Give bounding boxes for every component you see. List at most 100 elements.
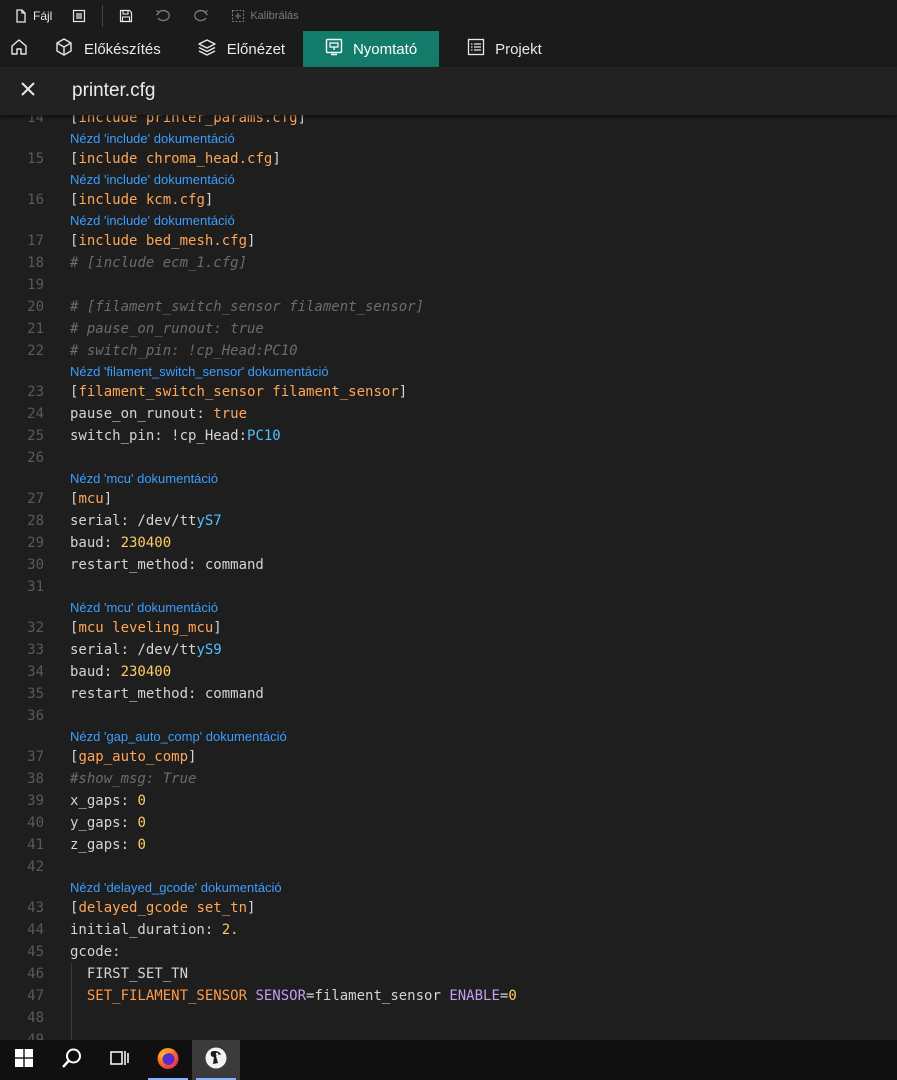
line-text: restart_method: command — [70, 683, 264, 705]
doc-link[interactable]: Nézd 'gap_auto_comp' dokumentáció — [0, 727, 897, 746]
code-token: z_gaps: — [70, 837, 138, 853]
tab-printer[interactable]: Nyomtató — [303, 31, 440, 67]
doc-link[interactable]: Nézd 'delayed_gcode' dokumentáció — [0, 878, 897, 897]
code-token: switch_pin: !cp_Head: — [70, 428, 248, 444]
line-number: 36 — [27, 708, 44, 724]
code-line[interactable]: 49 — [0, 1029, 897, 1040]
code-token: # [filament_switch_sensor filament_senso… — [70, 299, 425, 315]
code-editor[interactable]: 14 [include printer_params.cfg] Nézd 'incl… — [0, 108, 897, 1040]
tab-project[interactable]: Projekt — [439, 31, 560, 67]
code-line[interactable]: 47 SET_FILAMENT_SENSOR SENSOR=filament_s… — [0, 985, 897, 1007]
code-token: 0 — [137, 793, 146, 809]
line-text: restart_method: command — [70, 554, 264, 576]
line-number: 37 — [27, 749, 44, 765]
code-line[interactable]: 22 # switch_pin: !cp_Head:PC10 — [0, 340, 897, 362]
code-line[interactable]: 32 [mcu leveling_mcu] — [0, 617, 897, 639]
code-token: ] — [272, 151, 281, 167]
code-line[interactable]: 46 FIRST_SET_TN — [0, 963, 897, 985]
tab-prepare[interactable]: Előkészítés — [38, 31, 179, 67]
code-line[interactable]: 28 serial: /dev/ttyS7 — [0, 510, 897, 532]
code-token: yS9 — [196, 642, 222, 658]
code-line[interactable]: 34 baud: 230400 — [0, 661, 897, 683]
menubar: Fájl Kalibrálás — [0, 0, 897, 32]
code-line[interactable]: 30 restart_method: command — [0, 554, 897, 576]
save-icon — [119, 9, 133, 23]
line-number: 17 — [27, 233, 44, 249]
code-token: =filament_sensor — [306, 988, 450, 1004]
line-number: 44 — [27, 922, 44, 938]
code-line[interactable]: 43 [delayed_gcode set_tn] — [0, 897, 897, 919]
code-line[interactable]: 45 gcode: — [0, 941, 897, 963]
code-line[interactable]: 24 pause_on_runout: true — [0, 403, 897, 425]
firefox-button[interactable] — [144, 1040, 192, 1080]
code-line[interactable]: 20 # [filament_switch_sensor filament_sen… — [0, 296, 897, 318]
search-button[interactable] — [48, 1040, 96, 1080]
code-line[interactable]: 42 — [0, 856, 897, 878]
save-button[interactable] — [113, 0, 139, 31]
project-list-icon — [467, 38, 485, 60]
doc-link[interactable]: Nézd 'include' dokumentáció — [0, 170, 897, 189]
code-token: restart_method: command — [70, 557, 264, 573]
line-number: 16 — [27, 192, 44, 208]
doc-link[interactable]: Nézd 'filament_switch_sensor' dokumentác… — [0, 362, 897, 381]
line-number: 19 — [27, 277, 44, 293]
start-button[interactable] — [0, 1040, 48, 1080]
code-line[interactable]: 25 switch_pin: !cp_Head:PC10 — [0, 425, 897, 447]
code-token: 230400 — [120, 664, 172, 680]
close-button[interactable] — [0, 67, 56, 115]
code-line[interactable]: 37 [gap_auto_comp] — [0, 746, 897, 768]
code-token: SET_FILAMENT_SENSOR — [86, 988, 248, 1004]
undo-button[interactable] — [149, 0, 177, 31]
line-text: x_gaps: 0 — [70, 790, 146, 812]
line-number: 29 — [27, 535, 44, 551]
code-token: 230400 — [120, 535, 172, 551]
doc-link[interactable]: Nézd 'include' dokumentáció — [0, 129, 897, 148]
line-text: # [include ecm_1.cfg] — [70, 252, 247, 274]
tab-preview-label: Előnézet — [226, 40, 286, 58]
code-line[interactable]: 35 restart_method: command — [0, 683, 897, 705]
code-line[interactable]: 48 — [0, 1007, 897, 1029]
code-line[interactable]: 15 [include chroma_head.cfg] — [0, 148, 897, 170]
code-line[interactable]: 40 y_gaps: 0 — [0, 812, 897, 834]
line-number: 47 — [27, 988, 44, 1004]
home-button[interactable] — [0, 31, 38, 67]
code-token: pause_on_runout: — [70, 406, 214, 422]
line-text: [include chroma_head.cfg] — [70, 148, 281, 170]
code-line[interactable]: 16 [include kcm.cfg] — [0, 189, 897, 211]
code-line[interactable]: 38 #show_msg: True — [0, 768, 897, 790]
code-line[interactable]: 18 # [include ecm_1.cfg] — [0, 252, 897, 274]
line-text: switch_pin: !cp_Head:PC10 — [70, 425, 281, 447]
tab-preview[interactable]: Előnézet — [179, 31, 303, 67]
doc-link[interactable]: Nézd 'mcu' dokumentáció — [0, 469, 897, 488]
code-line[interactable]: 23 [filament_switch_sensor filament_senso… — [0, 381, 897, 403]
code-token: baud: — [70, 535, 121, 551]
app-button[interactable] — [192, 1040, 240, 1080]
code-line[interactable]: 21 # pause_on_runout: true — [0, 318, 897, 340]
file-menu[interactable]: Fájl — [0, 0, 58, 31]
code-line[interactable]: 44 initial_duration: 2. — [0, 919, 897, 941]
code-line[interactable]: 36 — [0, 705, 897, 727]
code-line[interactable]: 41 z_gaps: 0 — [0, 834, 897, 856]
code-line[interactable]: 19 — [0, 274, 897, 296]
task-view-button[interactable] — [96, 1040, 144, 1080]
code-token: #show_msg: True — [70, 771, 197, 787]
calibrate-menu[interactable]: Kalibrálás — [225, 0, 304, 31]
code-token: # switch_pin: !cp_Head:PC10 — [70, 343, 298, 359]
redo-button[interactable] — [187, 0, 215, 31]
doc-link[interactable]: Nézd 'mcu' dokumentáció — [0, 598, 897, 617]
indent-guide — [71, 1007, 72, 1029]
line-number: 15 — [27, 151, 44, 167]
code-line[interactable]: 33 serial: /dev/ttyS9 — [0, 639, 897, 661]
line-number: 43 — [27, 900, 44, 916]
code-token: ] — [247, 233, 256, 249]
code-line[interactable]: 29 baud: 230400 — [0, 532, 897, 554]
code-line[interactable]: 27 [mcu] — [0, 488, 897, 510]
code-line[interactable]: 26 — [0, 447, 897, 469]
list-button[interactable] — [66, 0, 92, 31]
code-token: yS7 — [196, 513, 222, 529]
doc-link[interactable]: Nézd 'include' dokumentáció — [0, 211, 897, 230]
code-line[interactable]: 31 — [0, 576, 897, 598]
code-line[interactable]: 17 [include bed_mesh.cfg] — [0, 230, 897, 252]
code-line[interactable]: 39 x_gaps: 0 — [0, 790, 897, 812]
line-text: [mcu leveling_mcu] — [70, 617, 222, 639]
